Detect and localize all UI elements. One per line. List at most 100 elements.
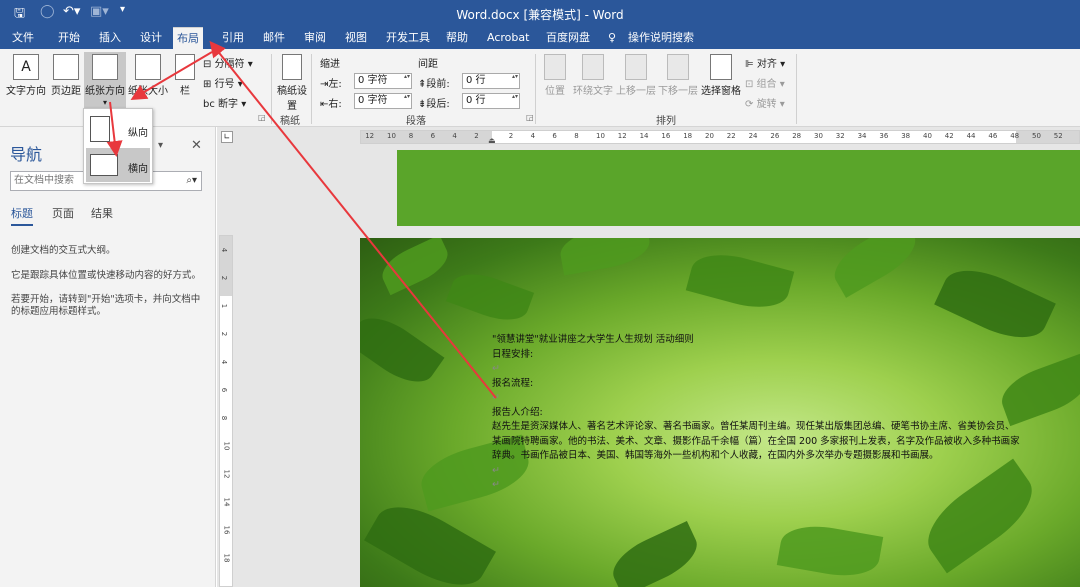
orientation-menu: 纵向 横向 [83, 108, 153, 184]
tab-acrobat[interactable]: Acrobat [483, 27, 533, 49]
document-body[interactable]: "领慧讲堂"就业讲座之大学生人生规划 活动细则 日程安排: ↵ 报名流程: ↵ … [492, 333, 1022, 493]
ruler-tick-label: 10 [222, 441, 231, 451]
spacing-before-label: ⇞段前: [418, 79, 450, 90]
tab-home[interactable]: 开始 [54, 27, 84, 49]
search-icon[interactable]: ⌕▾ [186, 172, 197, 190]
doc-speaker-bio: 赵先生是资深媒体人、著名艺术评论家、著名书画家。曾任某周刊主编。现任某出版集团总… [492, 421, 1020, 461]
ruler-tick-label: 4 [530, 132, 536, 140]
ruler-tick-label: 2 [508, 132, 514, 140]
tab-view[interactable]: 视图 [341, 27, 371, 49]
paragraph-mark: ↵ [492, 392, 500, 403]
ruler-margin [1016, 131, 1079, 143]
horizontal-ruler[interactable]: ⏏ 12 10 8 6 4 2 2 4 6 8 10 12 14 16 18 20 22 24 26 28 30 32 34… [360, 130, 1080, 145]
indent-marker-icon[interactable]: ⏏ [488, 136, 496, 145]
position-icon [544, 54, 566, 80]
indent-right-input[interactable]: 0 字符 [354, 93, 412, 109]
vertical-ruler[interactable]: 4 2 1 2 4 6 8 10 12 14 16 18 [219, 235, 233, 587]
doc-schedule-line: 日程安排: [492, 348, 534, 360]
nav-tab-headings[interactable]: 标题 [11, 205, 33, 226]
tab-developer[interactable]: 开发工具 [382, 27, 434, 49]
spacing-before-input[interactable]: 0 行 [462, 73, 520, 89]
draft-paper-icon [282, 54, 302, 80]
bring-forward-button[interactable]: 上移一层 [616, 54, 656, 97]
nav-tab-pages[interactable]: 页面 [52, 205, 74, 221]
breaks-button[interactable]: ⊟ 分隔符 ▾ [203, 55, 253, 70]
separator [311, 54, 312, 124]
indent-left-input[interactable]: 0 字符 [354, 73, 412, 89]
send-backward-button[interactable]: 下移一层 [658, 54, 698, 97]
tab-help[interactable]: 帮助 [442, 27, 472, 49]
orientation-landscape-item[interactable]: 横向 [86, 148, 150, 182]
tab-file[interactable]: 文件 [8, 27, 38, 49]
paper-settings-button[interactable]: 稿纸设置 [277, 54, 307, 112]
page-setup-launcher-icon[interactable]: ◲ [258, 113, 266, 122]
ribbon-tab-bar: 文件 开始 插入 设计 布局 引用 邮件 审阅 视图 开发工具 帮助 Acrob… [0, 27, 1080, 49]
rotate-icon: ⟳ [745, 99, 757, 110]
columns-button[interactable]: 栏 [172, 54, 198, 97]
group-label-arrange: 排列 [656, 116, 676, 127]
spacing-after-label: ⇟段后: [418, 99, 450, 110]
hyphenation-button[interactable]: bc 断字 ▾ [203, 95, 246, 110]
margins-button[interactable]: 页边距 [49, 54, 83, 97]
ruler-tick-label: 14 [222, 497, 231, 507]
indent-right-label: ⇤右: [320, 99, 342, 110]
close-icon[interactable]: ✕ [191, 138, 202, 153]
document-area: ∟ ⏏ 12 10 8 6 4 2 2 4 6 8 10 12 14 16 18 20 22 24 26 28 30 32… [217, 127, 1080, 587]
landscape-page-icon [90, 154, 118, 176]
ruler-tick-label: 12 [365, 132, 375, 140]
tab-mailings[interactable]: 邮件 [259, 27, 289, 49]
orientation-portrait-item[interactable]: 纵向 [86, 112, 150, 146]
ruler-tick-label: 22 [726, 132, 736, 140]
spacing-after-input[interactable]: 0 行 [462, 93, 520, 109]
position-button[interactable]: 位置 [540, 54, 570, 97]
size-button[interactable]: 纸张大小 [128, 54, 168, 97]
ruler-tick-label: 28 [792, 132, 802, 140]
nav-help-text: 若要开始，请转到"开始"选项卡，并向文档中的标题应用标题样式。 [11, 294, 201, 317]
document-page[interactable]: "领慧讲堂"就业讲座之大学生人生规划 活动细则 日程安排: ↵ 报名流程: ↵ … [360, 238, 1080, 587]
tab-design[interactable]: 设计 [136, 27, 166, 49]
paragraph-launcher-icon[interactable]: ◲ [526, 113, 534, 122]
orientation-button[interactable]: 纸张方向 ▾ [84, 52, 126, 110]
leaf-decoration [685, 245, 795, 317]
portrait-page-icon [90, 116, 110, 142]
ruler-tick-label: 40 [923, 132, 932, 140]
margins-icon [53, 54, 79, 80]
separator [271, 54, 272, 124]
nav-tab-results[interactable]: 结果 [91, 205, 113, 221]
text-direction-button[interactable]: A 文字方向 [6, 54, 46, 97]
tab-layout[interactable]: 布局 [173, 27, 203, 49]
rotate-button[interactable]: ⟳ 旋转 ▾ [745, 95, 785, 110]
ruler-tick-label: 24 [748, 132, 758, 140]
selection-pane-button[interactable]: 选择窗格 [700, 54, 742, 97]
document-title: Word.docx [兼容模式] - Word [456, 8, 624, 22]
group-objects-button[interactable]: ⊡ 组合 ▾ [745, 75, 785, 90]
tab-baidu-netdisk[interactable]: 百度网盘 [542, 27, 594, 49]
ruler-tick-label: 30 [814, 132, 823, 140]
tab-review[interactable]: 审阅 [300, 27, 330, 49]
leaf-decoration [776, 519, 884, 583]
tell-me-search[interactable]: 操作说明搜索 [624, 27, 698, 49]
tab-references[interactable]: 引用 [218, 27, 248, 49]
ruler-tick-label: 32 [835, 132, 845, 140]
columns-icon [175, 54, 195, 80]
ruler-margin [220, 236, 232, 296]
align-button[interactable]: ⊫ 对齐 ▾ [745, 55, 785, 70]
nav-options-icon[interactable]: ▾ [158, 140, 163, 151]
ruler-tick-label: 1 [220, 303, 229, 309]
ruler-tick-label: 8 [574, 132, 579, 140]
group-label-draft: 稿纸 [280, 116, 300, 127]
tab-selector-icon[interactable]: ∟ [221, 131, 233, 143]
ruler-tick-label: 12 [222, 469, 231, 479]
ruler-tick-label: 14 [639, 132, 649, 140]
text-direction-icon: A [13, 54, 39, 80]
line-numbers-button[interactable]: ⊞ 行号 ▾ [203, 75, 243, 90]
separator [535, 54, 536, 124]
paragraph-mark: ↵ [492, 464, 500, 476]
nav-help-text: 创建文档的交互式大纲。 [11, 245, 116, 256]
ruler-margin [361, 131, 492, 143]
ruler-tick-label: 6 [430, 132, 436, 140]
ruler-tick-label: 8 [220, 415, 229, 421]
leaf-decoration [360, 306, 445, 394]
tab-insert[interactable]: 插入 [95, 27, 125, 49]
wrap-text-button[interactable]: 环绕文字 [572, 54, 614, 97]
